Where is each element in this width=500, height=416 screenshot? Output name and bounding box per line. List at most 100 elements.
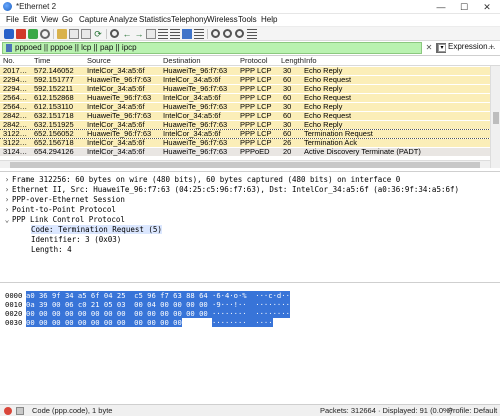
colorize-icon[interactable] [194, 29, 204, 39]
cell-length: 20 [283, 147, 292, 156]
detail-tree-item[interactable]: › PPP-over-Ethernet Session [0, 195, 500, 204]
display-filter-bar: pppoed || pppoe || lcp || pap || ipcp ✕ … [0, 41, 500, 55]
cell-info: Termination Ack [304, 138, 357, 147]
minimize-button[interactable]: — [430, 0, 452, 14]
zoom-in-icon[interactable] [211, 29, 220, 38]
detail-tree-item[interactable]: Identifier: 3 (0x03) [0, 235, 500, 244]
column-header-source[interactable]: Source [87, 56, 111, 65]
expand-chevron-icon[interactable]: › [3, 205, 11, 214]
column-header-time[interactable]: Time [34, 56, 50, 65]
expert-info-icon[interactable] [4, 407, 12, 415]
bytes-ascii[interactable]: ········ ···· [212, 318, 273, 327]
expand-chevron-icon[interactable]: › [3, 175, 11, 184]
packet-details-tree[interactable]: › Frame 312256: 60 bytes on wire (480 bit… [0, 171, 500, 283]
menu-tools[interactable]: Tools [238, 15, 257, 24]
bytes-ascii[interactable]: ·9···!·· ········ [212, 300, 290, 309]
detail-tree-item[interactable]: › Point-to-Point Protocol [0, 205, 500, 214]
bytes-row: 0000 a0 36 9f 34 a5 6f 04 25 c5 96 f7 63 … [0, 291, 500, 300]
column-header-length[interactable]: Length [281, 56, 304, 65]
display-filter-text[interactable]: pppoed || pppoe || lcp || pap || ipcp [15, 43, 137, 52]
menu-view[interactable]: View [41, 15, 58, 24]
expand-chevron-icon[interactable]: › [3, 185, 11, 194]
filter-history-dropdown[interactable]: ▾ [438, 44, 446, 52]
resize-columns-icon[interactable] [247, 29, 257, 39]
bytes-ascii[interactable]: ·6·4·o·% ···c·d·· [212, 291, 290, 300]
last-packet-icon[interactable] [170, 29, 180, 39]
maximize-button[interactable]: ☐ [453, 0, 475, 14]
detail-tree-item[interactable]: Length: 4 [0, 245, 500, 254]
cell-source: IntelCor_34:a5:6f [87, 138, 145, 147]
packet-list[interactable]: No. Time Source Destination Protocol Len… [0, 55, 500, 168]
restart-capture-icon[interactable] [28, 29, 38, 39]
packet-row[interactable]: 2564… 612.153110 IntelCor_34:a5:6f HuaweiTe… [0, 102, 490, 111]
packet-row[interactable]: 2294… 592.152211 IntelCor_34:a5:6f HuaweiTe… [0, 84, 490, 93]
packet-row[interactable]: 3122… 652.156052 HuaweiTe_96:f7:63 IntelCor… [0, 129, 491, 139]
column-header-protocol[interactable]: Protocol [240, 56, 268, 65]
detail-tree-item[interactable]: Code: Termination Request (5) [0, 225, 500, 234]
menu-wireless[interactable]: Wireless [207, 15, 238, 24]
menu-analyze[interactable]: Analyze [109, 15, 137, 24]
cell-destination: HuaweiTe_96:f7:63 [163, 84, 228, 93]
bytes-hex[interactable]: 0a 39 00 06 c0 21 05 03 00 04 00 00 00 0… [26, 300, 234, 309]
menu-statistics[interactable]: Statistics [139, 15, 171, 24]
detail-tree-item[interactable]: ⌄ PPP Link Control Protocol [0, 215, 500, 224]
column-header-no[interactable]: No. [3, 56, 15, 65]
detail-tree-item[interactable]: › Ethernet II, Src: HuaweiTe_96:f7:63 (04… [0, 185, 500, 194]
scrollbar-thumb[interactable] [10, 162, 480, 168]
menu-telephony[interactable]: Telephony [171, 15, 207, 24]
column-header-info[interactable]: Info [304, 56, 317, 65]
packet-list-horizontal-scrollbar[interactable] [0, 160, 490, 168]
reload-icon[interactable]: ⟳ [93, 29, 103, 39]
menu-file[interactable]: File [6, 15, 19, 24]
close-window-button[interactable]: ✕ [476, 0, 498, 14]
detail-tree-item[interactable]: › Frame 312256: 60 bytes on wire (480 bit… [0, 175, 500, 184]
main-toolbar: ⟳ ← → [0, 27, 500, 41]
go-back-icon[interactable]: ← [122, 29, 132, 39]
first-packet-icon[interactable] [158, 29, 168, 39]
display-filter-input[interactable]: pppoed || pppoe || lcp || pap || ipcp [2, 42, 422, 54]
find-packet-icon[interactable] [110, 29, 119, 38]
go-forward-icon[interactable]: → [134, 29, 144, 39]
cell-time: 632.151925 [34, 120, 74, 129]
close-file-icon[interactable] [81, 29, 91, 39]
go-to-packet-icon[interactable] [146, 29, 156, 39]
add-filter-button[interactable]: + [489, 42, 494, 52]
bytes-hex[interactable]: a0 36 9f 34 a5 6f 04 25 c5 96 f7 63 88 6… [26, 291, 234, 300]
column-header-destination[interactable]: Destination [163, 56, 201, 65]
packet-list-vertical-scrollbar[interactable] [490, 66, 500, 168]
stop-capture-icon[interactable] [16, 29, 26, 39]
expand-chevron-icon[interactable]: › [3, 195, 11, 204]
open-file-icon[interactable] [57, 29, 67, 39]
packet-row[interactable]: 2842… 632.151925 IntelCor_34:a5:6f HuaweiTe… [0, 120, 490, 129]
packet-bytes-pane[interactable]: 0000 a0 36 9f 34 a5 6f 04 25 c5 96 f7 63 … [0, 287, 500, 399]
packet-row[interactable]: 2842… 632.151718 HuaweiTe_96:f7:63 IntelCor… [0, 111, 490, 120]
bytes-ascii[interactable]: ········ ········ [212, 309, 290, 318]
scrollbar-thumb[interactable] [493, 112, 499, 124]
start-capture-icon[interactable] [4, 29, 14, 39]
packet-row[interactable]: 2564… 612.152868 HuaweiTe_96:f7:63 IntelCor… [0, 93, 490, 102]
menu-help[interactable]: Help [261, 15, 277, 24]
packet-row[interactable]: 2294… 592.151777 HuaweiTe_96:f7:63 IntelCor… [0, 75, 490, 84]
save-file-icon[interactable] [69, 29, 79, 39]
collapse-chevron-icon[interactable]: ⌄ [3, 215, 11, 224]
bytes-hex[interactable]: 00 00 00 00 00 00 00 00 00 00 00 00 [26, 318, 182, 327]
zoom-out-icon[interactable] [223, 29, 232, 38]
toolbar-separator [53, 29, 54, 39]
clear-filter-icon[interactable]: ✕ [424, 43, 434, 53]
autoscroll-icon[interactable] [182, 29, 192, 39]
capture-comment-icon[interactable] [16, 407, 24, 415]
menu-capture[interactable]: Capture [79, 15, 107, 24]
normal-size-icon[interactable] [235, 29, 244, 38]
packet-row[interactable]: 3122… 652.156718 IntelCor_34:a5:6f HuaweiTe… [0, 138, 490, 147]
menu-edit[interactable]: Edit [23, 15, 37, 24]
cell-info: Echo Request [304, 111, 352, 120]
menu-go[interactable]: Go [62, 15, 73, 24]
detail-text: PPP Link Control Protocol [12, 215, 125, 224]
packet-row[interactable]: 3124… 654.294126 IntelCor_34:a5:6f HuaweiTe… [0, 147, 490, 156]
cell-time: 632.151718 [34, 111, 74, 120]
capture-options-icon[interactable] [40, 29, 50, 39]
packet-row[interactable]: 2017… 572.146052 IntelCor_34:a5:6f HuaweiTe… [0, 66, 490, 75]
bookmark-icon[interactable] [6, 44, 12, 52]
status-profile[interactable]: Profile: Default [448, 406, 497, 415]
bytes-hex[interactable]: 00 00 00 00 00 00 00 00 00 00 00 00 00 0… [26, 309, 234, 318]
